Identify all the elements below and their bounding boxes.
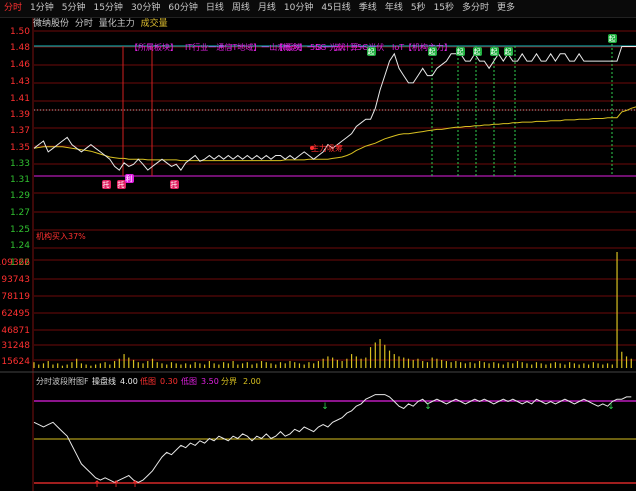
price-tick-3: 1.43 — [10, 77, 30, 87]
osc-line-val: 4.00 — [120, 377, 138, 386]
volume-label[interactable]: 成交量 — [141, 19, 168, 29]
buy-ratio-label: 机构买入37% — [36, 231, 86, 241]
period-tab-bar: 分时 1分钟 5分钟 15分钟 30分钟 60分钟 日线 周线 月线 10分钟 45日线 季线 年线 5秒… — [0, 0, 636, 18]
sell-badge-text-4: 起 — [491, 48, 498, 56]
sell-badge-text-6: 起 — [609, 35, 616, 43]
sell-badge-text-2: 起 — [457, 48, 464, 56]
osc-div-label: 分界 — [221, 377, 237, 386]
tab-7[interactable]: 周线 — [228, 0, 254, 17]
tab-8[interactable]: 月线 — [254, 0, 280, 17]
tab-13[interactable]: 5秒 — [407, 0, 430, 17]
tab-10[interactable]: 45日线 — [317, 0, 354, 17]
buy-badge-text-0: 托 — [103, 180, 110, 189]
tab-3[interactable]: 15分钟 — [89, 0, 126, 17]
price-tick-1: 1.48 — [10, 43, 30, 53]
sell-badge-text-0: 起 — [368, 48, 375, 56]
volume-tick-3: 62495 — [1, 309, 30, 319]
volume-tick-5: 31248 — [1, 341, 30, 351]
osc-sell-arrow-0: ↓ — [321, 402, 329, 412]
concept-tag-1: IT行业一通信 — [185, 42, 232, 52]
concept-tag-4: 5G一光伏 — [310, 42, 345, 52]
view-label[interactable]: 分时 — [75, 19, 93, 29]
price-tick-10: 1.29 — [10, 191, 30, 201]
osc-high-val: 3.50 — [201, 377, 219, 386]
tab-6[interactable]: 日线 — [202, 0, 228, 17]
volume-tick-0: 109366 — [0, 258, 30, 268]
buy-badge-text-2: 托 — [171, 180, 178, 189]
price-tick-8: 1.33 — [10, 159, 30, 169]
volume-tick-6: 15624 — [1, 357, 30, 367]
volume-tick-1: 93743 — [1, 275, 30, 285]
indicator-label[interactable]: 量化主力 — [99, 19, 135, 29]
osc-low-label: 低图 — [140, 376, 156, 386]
stock-name: 微纳股份 — [33, 19, 70, 29]
main-entry-signal: 主力吸筹 — [311, 143, 343, 153]
price-tick-11: 1.27 — [10, 208, 30, 218]
osc-buy-arrow-2: ↑ — [131, 480, 139, 490]
price-tick-6: 1.37 — [10, 126, 30, 136]
osc-high-label: 低图 — [181, 376, 197, 386]
tab-2[interactable]: 5分钟 — [58, 0, 90, 17]
li-badge-text: 利 — [126, 174, 133, 183]
osc-line-label: 操盘线 — [92, 376, 116, 386]
sell-badge-text-5: 起 — [505, 48, 512, 56]
tab-15[interactable]: 多分时 — [458, 0, 493, 17]
tab-12[interactable]: 年线 — [381, 0, 407, 17]
sell-badge-text-1: 起 — [429, 48, 436, 56]
tab-1[interactable]: 1分钟 — [26, 0, 58, 17]
concept-tag-0: 【所属板块】 — [130, 42, 178, 52]
tab-16[interactable]: 更多 — [493, 0, 519, 17]
price-tick-9: 1.31 — [10, 175, 30, 185]
price-tick-12: 1.25 — [10, 225, 30, 235]
price-tick-2: 1.46 — [10, 60, 30, 70]
intraday-chart: 1.501.481.461.431.411.391.371.351.331.31… — [0, 18, 636, 491]
osc-div-val: 2.00 — [243, 377, 261, 386]
osc-buy-arrow-1: ↑ — [112, 480, 120, 490]
price-tick-5: 1.39 — [10, 110, 30, 120]
osc-buy-arrow-0: ↑ — [93, 480, 101, 490]
tab-14[interactable]: 15秒 — [430, 0, 458, 17]
price-tick-4: 1.41 — [10, 94, 30, 104]
tab-0[interactable]: 分时 — [0, 0, 26, 17]
osc-low-val: 0.30 — [160, 377, 178, 386]
tab-4[interactable]: 30分钟 — [127, 0, 164, 17]
tab-5[interactable]: 60分钟 — [164, 0, 201, 17]
main-entry-dot — [310, 146, 314, 150]
info-strip: 微纳股份 分时 量化主力 成交量 — [0, 18, 636, 30]
sell-badge-text-3: 起 — [474, 48, 481, 56]
osc-sell-arrow-1: ↓ — [424, 402, 432, 412]
volume-tick-2: 78119 — [1, 292, 30, 302]
volume-tick-4: 46871 — [1, 326, 30, 336]
price-tick-7: 1.35 — [10, 143, 30, 153]
tab-11[interactable]: 季线 — [355, 0, 381, 17]
concept-tag-6: IoT — [392, 43, 404, 52]
price-tick-13: 1.24 — [10, 241, 30, 251]
tab-9[interactable]: 10分钟 — [280, 0, 317, 17]
buy-badge-text-1: 托 — [118, 180, 125, 189]
osc-title: 分时波段附图F — [36, 376, 89, 386]
osc-sell-arrow-2: ↓ — [607, 402, 615, 412]
